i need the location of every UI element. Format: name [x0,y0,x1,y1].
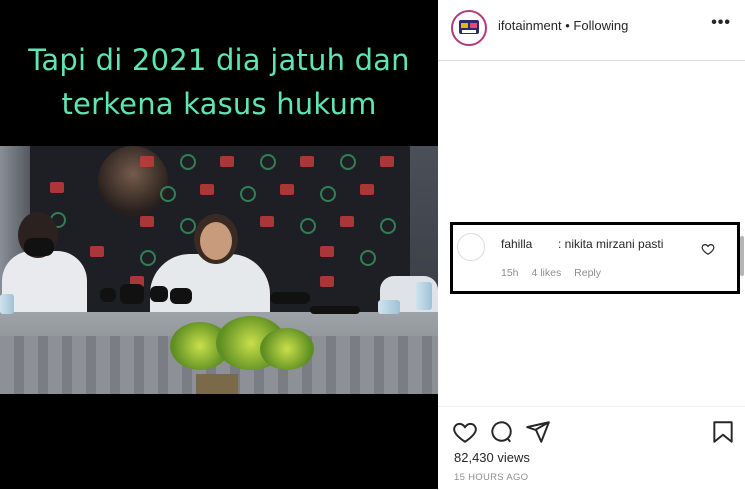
post-actions-footer: 82,430 views 15 HOURS AGO [438,406,745,490]
view-count[interactable]: 82,430 views [454,450,530,465]
profile-avatar[interactable] [451,10,487,46]
comment-text: : nikita mirzani pasti [558,237,664,251]
backdrop-logo [220,156,234,167]
microphone [170,288,192,304]
bookmark-icon[interactable] [710,419,736,445]
instagram-post: Tapi di 2021 dia jatuh dan terkena kasus… [0,0,745,489]
backdrop-logo [200,184,214,195]
post-author-line: ifotainment • Following [498,18,628,33]
backdrop-logo [320,276,334,287]
backdrop-logo [260,216,274,227]
post-username[interactable]: ifotainment [498,18,562,33]
heart-icon[interactable] [452,419,478,445]
video-frame [0,146,438,394]
comment-likes[interactable]: 4 likes [531,267,561,279]
comment-bubble-icon[interactable] [488,419,514,445]
face-mask [24,238,54,256]
video-caption: Tapi di 2021 dia jatuh dan terkena kasus… [0,38,438,126]
post-timestamp: 15 HOURS AGO [454,472,529,483]
caption-line-1: Tapi di 2021 dia jatuh dan [28,43,410,77]
backdrop-logo [260,154,276,170]
backdrop-logo [380,218,396,234]
comments-scrollbar[interactable] [740,236,744,276]
banner-portrait [98,146,168,216]
water-glass [0,294,14,314]
backdrop-logo [300,218,316,234]
backdrop-logo [300,156,314,167]
backdrop-logo [180,218,196,234]
microphone [120,284,144,304]
person-left-body [2,251,87,316]
backdrop-logo [280,184,294,195]
backdrop-logo [140,216,154,227]
plant-pot [196,374,238,394]
separator-dot: • [565,18,570,33]
commenter-avatar[interactable] [457,233,485,261]
post-header: ifotainment • Following ••• [438,0,745,61]
reply-button[interactable]: Reply [574,267,601,279]
comment-meta: 15h 4 likes Reply [501,267,611,279]
backdrop-logo [90,246,104,257]
backdrop-logo [50,182,64,193]
more-options-icon[interactable]: ••• [711,14,731,32]
paper-plane-icon[interactable] [525,419,551,445]
backdrop-logo [360,184,374,195]
person-center-face [200,222,232,260]
backdrop-logo [320,246,334,257]
microphone [310,306,360,314]
water-bottle [416,282,432,310]
table-plant [260,328,314,370]
microphone [270,292,310,304]
video-player[interactable]: Tapi di 2021 dia jatuh dan terkena kasus… [0,0,438,489]
backdrop-logo [240,186,256,202]
backdrop-logo [340,216,354,227]
microphone [150,286,168,302]
following-button[interactable]: Following [573,18,628,33]
commenter-username[interactable]: fahilla [501,237,532,251]
backdrop-logo [180,154,196,170]
caption-line-2: terkena kasus hukum [61,87,377,121]
highlighted-comment: fahilla : nikita mirzani pasti 15h 4 lik… [450,222,740,294]
microphone [100,288,116,302]
ifotainment-logo-icon [459,20,479,34]
backdrop-logo [140,250,156,266]
backdrop-logo [380,156,394,167]
backdrop-logo [360,250,376,266]
backdrop-logo [140,156,154,167]
backdrop-logo [340,154,356,170]
water-glass [378,300,400,314]
backdrop-logo [160,186,176,202]
small-heart-icon[interactable] [701,242,715,256]
backdrop-logo [320,186,336,202]
comment-time: 15h [501,267,519,279]
